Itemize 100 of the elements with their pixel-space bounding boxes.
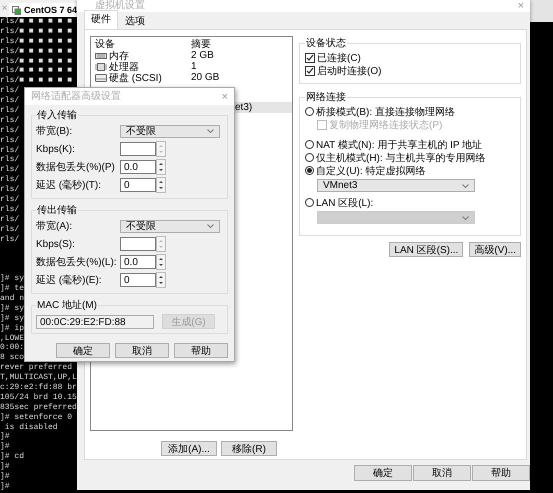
terminal-line: rls/■ ■ ■ ■ ■ ■ [0, 56, 72, 66]
radio-button[interactable] [305, 153, 314, 162]
device-name: 内存 [109, 50, 129, 62]
terminal-line: rls/■ ■ ■ ■ ■ ■ [0, 46, 72, 56]
terminal-line: rls/ [0, 86, 20, 96]
terminal-line: rls/ [0, 96, 20, 106]
field-label: 数据包丢失(%)(L): [36, 256, 118, 269]
number-field[interactable]: 0 [120, 178, 156, 192]
terminal-line: rls/ [0, 146, 20, 155]
terminal-line: rls/■ ■ ■ ■ ■ ■ [0, 36, 72, 46]
terminal-line: rls/ [0, 224, 20, 234]
device-summary: 20 GB [191, 72, 220, 83]
checkbox-label: 启动时连接(O) [317, 64, 382, 78]
number-field[interactable] [120, 237, 156, 251]
radio-label: NAT 模式(N): 用于共享主机的 IP 地址 [316, 138, 482, 152]
terminal-line: 105/24 brd 10.15 [0, 392, 77, 402]
spin-arrows-icon[interactable] [156, 254, 166, 270]
terminal-line: ]# [0, 432, 10, 442]
terminal-line: ]# ip [0, 324, 24, 333]
device-row[interactable]: 内存 2 GB [91, 50, 292, 61]
chip-icon [95, 62, 107, 72]
radio-button[interactable] [305, 198, 314, 207]
terminal-line: ]# cd [0, 452, 24, 462]
field-label: 带宽(B): [36, 124, 74, 138]
group-title: 网络连接 [305, 90, 347, 104]
terminal-line: rls/ [0, 106, 20, 116]
checkbox[interactable] [305, 66, 315, 76]
dialog-button[interactable]: 确定 [56, 343, 110, 358]
terminal-line: is disabled [4, 422, 58, 432]
radio-button[interactable] [305, 166, 314, 175]
tab[interactable]: 选项 [118, 12, 152, 29]
terminal-line: rls/ [0, 185, 20, 194]
dialog-button[interactable]: 帮助 [472, 465, 530, 481]
group-title: 传出传输 [36, 204, 78, 217]
terminal-line: rls/■ ■ ■ ■ ■ ■ [0, 76, 72, 86]
radio-label: 桥接模式(B): 直接连接物理网络 [316, 106, 455, 118]
caret-icon [462, 216, 469, 220]
group-title: 传入传输 [36, 108, 78, 122]
terminal-line: ]# sy [0, 274, 24, 284]
device-name: 硬盘 (SCSI) [109, 72, 162, 84]
terminal-line: 835sec preferred [0, 402, 77, 412]
terminal-line: T,MULTICAST,UP,L [0, 373, 77, 382]
dialog-button[interactable]: 取消 [413, 465, 471, 481]
list-button[interactable]: 添加(A)... [161, 441, 217, 456]
terminal-line: rls/■ ■ ■ ■ ■ ■ [0, 66, 72, 76]
field-label: Kbps(K): [36, 144, 76, 154]
terminal-line: rls/ [0, 204, 20, 214]
dialog-button[interactable]: LAN 区段(S)... [389, 242, 464, 257]
device-name: 处理器 [109, 60, 139, 73]
column-header: 摘要 [191, 38, 212, 51]
terminal-line: ]# [0, 472, 10, 481]
terminal-line: 0:00: [0, 343, 24, 352]
terminal-line: c:29:e2:fd:88 br [0, 382, 77, 392]
number-field[interactable]: 0.0 [120, 255, 156, 269]
dropdown[interactable]: 不受限 [120, 124, 220, 138]
tab-title: CentOS 7 64 [24, 5, 77, 15]
terminal-line: rls/ [0, 126, 20, 135]
spin-arrows-icon[interactable] [156, 272, 166, 288]
checkbox-label: 已连接(C) [317, 52, 361, 64]
device-row[interactable]: 处理器 1 [91, 61, 292, 72]
group-title: 设备状态 [305, 36, 347, 50]
number-field[interactable]: 0.0 [120, 160, 156, 174]
terminal-line: rls/ [0, 175, 20, 184]
radio-button[interactable] [305, 107, 314, 116]
dropdown[interactable]: 不受限 [120, 220, 220, 232]
terminal-line: rls/ [0, 155, 20, 164]
tab[interactable]: 硬件 [84, 10, 118, 29]
terminal-line: ]# sy [0, 304, 24, 313]
terminal-tab[interactable]: CentOS 7 64 [8, 3, 80, 17]
dialog-button[interactable]: 帮助 [174, 343, 228, 358]
field-label: 延迟 (毫秒)(E): [36, 274, 103, 287]
vm-icon [12, 6, 21, 14]
terminal-line: ]# sy [0, 314, 24, 323]
dropdown[interactable]: VMnet3 [317, 179, 475, 192]
dialog-button[interactable]: 高级(V)... [469, 242, 521, 257]
terminal-line: ]# [0, 442, 10, 452]
caret-icon [462, 184, 469, 188]
memory-icon [95, 52, 107, 60]
dialog-button[interactable]: 取消 [115, 343, 169, 358]
mac-field[interactable]: 00:0C:29:E2:FD:88 [36, 314, 154, 328]
terminal-line: ]# [0, 462, 10, 472]
caret-icon [207, 129, 214, 133]
terminal-line: rls/ [0, 165, 20, 174]
field-label: 数据包丢失(%)(P) [36, 160, 116, 174]
terminal-line: rls/ [0, 214, 20, 224]
number-field[interactable]: 0 [120, 273, 156, 287]
radio-label: 自定义(U): 特定虚拟网络 [316, 164, 426, 178]
spin-arrows-icon[interactable] [156, 159, 166, 175]
terminal-line: ]# te [0, 284, 24, 294]
number-field[interactable] [120, 142, 156, 156]
checkbox[interactable] [305, 52, 315, 62]
device-row[interactable]: 硬盘 (SCSI) 20 GB [91, 72, 292, 83]
terminal-line: ]# setenforce 0 [0, 412, 72, 422]
terminal-line: rls/ [0, 234, 20, 244]
terminal-line: rever preferred [0, 363, 72, 372]
terminal-line: and n [0, 294, 24, 303]
radio-button[interactable] [305, 140, 314, 149]
spin-arrows-icon[interactable] [156, 177, 166, 193]
list-button[interactable]: 移除(R) [221, 441, 277, 456]
dialog-button[interactable]: 确定 [354, 465, 412, 481]
